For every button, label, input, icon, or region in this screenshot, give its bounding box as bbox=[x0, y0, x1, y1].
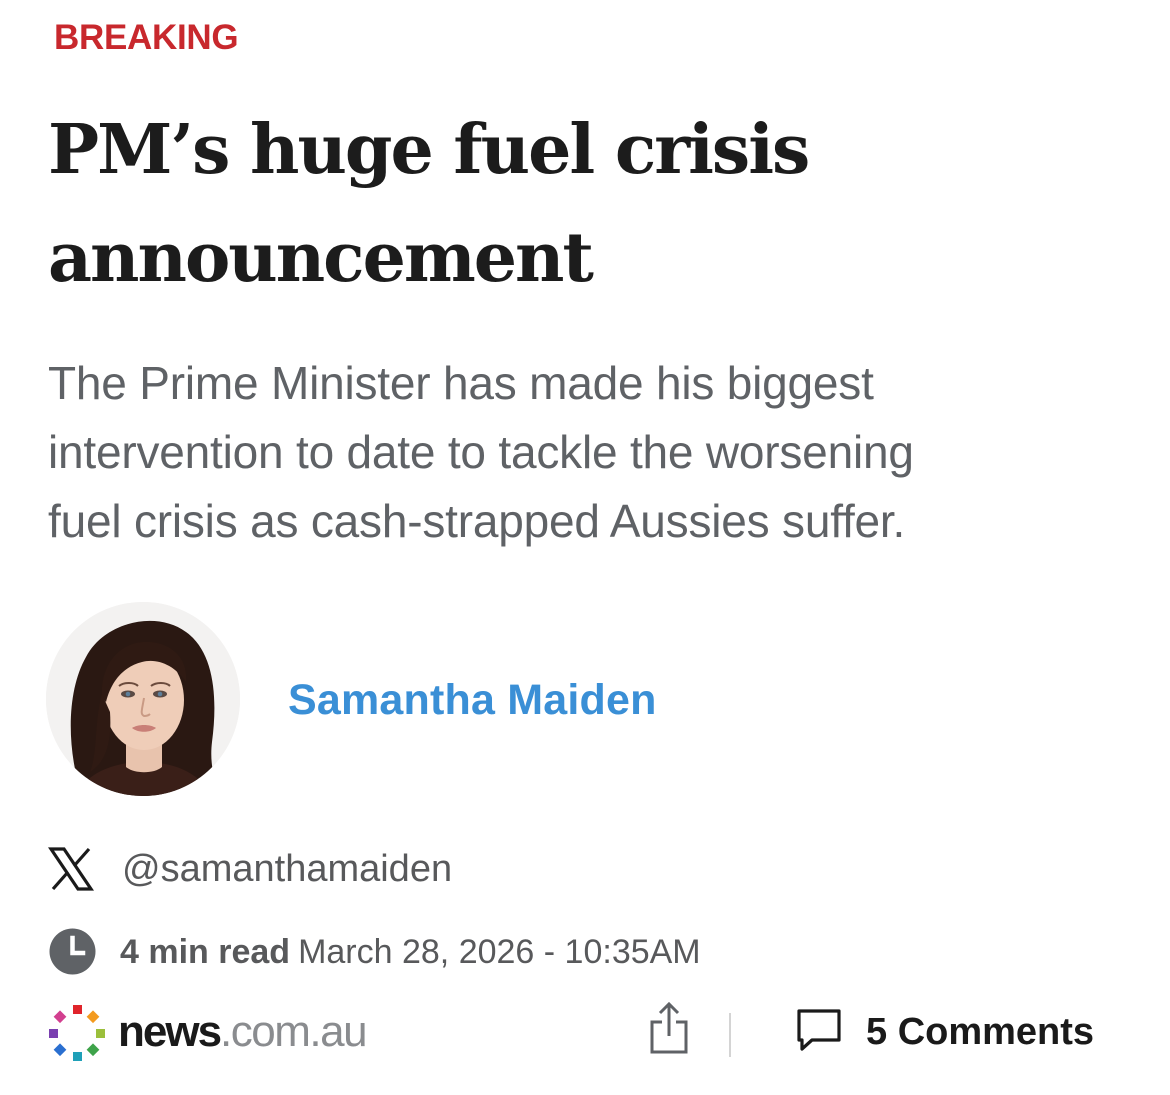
author-name-link[interactable]: Samantha Maiden bbox=[288, 672, 657, 728]
breaking-tag[interactable]: BREAKING bbox=[54, 18, 239, 58]
logo-brand: news bbox=[118, 1007, 222, 1056]
logo-domain: .com.au bbox=[220, 1007, 368, 1056]
x-logo-icon[interactable] bbox=[48, 846, 94, 892]
read-time-meta: 4 min read March 28, 2026 - 10:35AM bbox=[120, 930, 701, 974]
standfirst: The Prime Minister has made his biggest … bbox=[48, 349, 1138, 556]
headline-line: announcement bbox=[48, 218, 594, 298]
standfirst-line: intervention to date to tackle the worse… bbox=[48, 426, 914, 478]
publish-timestamp: March 28, 2026 - 10:35AM bbox=[298, 933, 701, 971]
author-avatar[interactable] bbox=[46, 602, 240, 796]
clock-icon bbox=[49, 928, 96, 975]
read-time: 4 min read bbox=[120, 933, 291, 971]
headline-line: PM’s huge fuel crisis bbox=[48, 110, 810, 190]
share-icon[interactable] bbox=[648, 1002, 690, 1054]
x-handle-link[interactable]: @samanthamaiden bbox=[122, 846, 452, 892]
headline: PM’s huge fuel crisis announcement bbox=[48, 96, 1108, 312]
news-logo[interactable]: news.com.au bbox=[118, 1006, 368, 1058]
comments-button[interactable]: 5 Comments bbox=[866, 1008, 1094, 1056]
comment-bubble-icon[interactable] bbox=[796, 1008, 842, 1052]
standfirst-line: The Prime Minister has made his biggest bbox=[48, 357, 874, 409]
news-dots-logo-icon bbox=[49, 1005, 105, 1061]
footer-divider bbox=[729, 1013, 731, 1057]
author-photo bbox=[46, 602, 240, 796]
standfirst-line: fuel crisis as cash-strapped Aussies suf… bbox=[48, 495, 906, 547]
